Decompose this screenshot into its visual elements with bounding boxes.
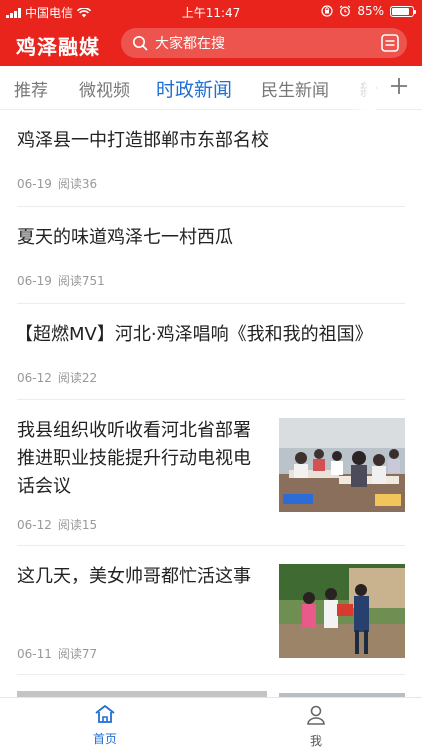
article-item[interactable]: 我县组织收听收看河北省部署推进职业技能提升行动电视电话会议 06-12 阅读15 bbox=[17, 400, 405, 546]
article-item[interactable]: 【超燃MV】河北·鸡泽唱响《我和我的祖国》 06-12 阅读22 bbox=[15, 304, 405, 400]
tab-politics-news[interactable]: 时政新闻 bbox=[156, 75, 232, 102]
article-reads: 阅读22 bbox=[57, 371, 98, 385]
alarm-icon bbox=[339, 5, 351, 17]
user-icon bbox=[307, 705, 325, 725]
home-icon bbox=[95, 705, 115, 723]
article-date: 06-19 bbox=[17, 274, 52, 288]
tab-livelihood-news[interactable]: 民生新闻 bbox=[261, 76, 329, 101]
article-item[interactable]: 夏天的味道鸡泽七一村西瓜 06-19 阅读751 bbox=[17, 207, 405, 304]
article-date: 06-19 bbox=[17, 177, 52, 191]
channel-tabs: 推荐 微视频 时政新闻 民生新闻 新 bbox=[0, 66, 422, 110]
article-title: 鸡泽县一中打造邯郸市东部名校 bbox=[17, 130, 269, 151]
search-icon bbox=[125, 28, 155, 58]
article-thumbnail[interactable] bbox=[279, 418, 405, 512]
article-meta: 06-19 阅读751 bbox=[17, 272, 105, 289]
article-title: 这几天，美女帅哥都忙活这事 bbox=[17, 566, 251, 587]
article-meta: 06-12 阅读15 bbox=[17, 516, 97, 533]
article-meta: 06-19 阅读36 bbox=[17, 175, 97, 192]
article-title: 【超燃MV】河北·鸡泽唱响《我和我的祖国》 bbox=[15, 324, 373, 345]
battery-icon bbox=[390, 5, 416, 17]
add-channel-icon[interactable] bbox=[390, 77, 408, 95]
article-item[interactable]: 这几天，美女帅哥都忙活这事 06-11 阅读77 bbox=[17, 546, 405, 675]
bottom-navigation: 首页 我 bbox=[0, 697, 422, 750]
nav-me[interactable]: 我 bbox=[286, 704, 346, 749]
article-meta: 06-11 阅读77 bbox=[17, 645, 97, 662]
article-title: 夏天的味道鸡泽七一村西瓜 bbox=[17, 227, 233, 248]
battery-percent: 85% bbox=[357, 4, 384, 18]
article-date: 06-11 bbox=[17, 647, 52, 661]
article-date: 06-12 bbox=[17, 518, 52, 532]
article-thumbnail[interactable] bbox=[279, 564, 405, 658]
article-title: 我县组织收听收看河北省部署推进职业技能提升行动电视电话会议 bbox=[17, 420, 251, 497]
scan-icon[interactable] bbox=[381, 34, 399, 52]
nav-home-label: 首页 bbox=[92, 732, 117, 746]
article-reads: 阅读751 bbox=[57, 274, 105, 288]
article-reads: 阅读36 bbox=[57, 177, 98, 191]
orientation-lock-icon bbox=[321, 5, 333, 17]
search-bar[interactable]: 大家都在搜 bbox=[121, 28, 407, 58]
article-reads: 阅读15 bbox=[57, 518, 98, 532]
search-placeholder: 大家都在搜 bbox=[155, 36, 225, 52]
nav-home[interactable]: 首页 bbox=[75, 704, 135, 747]
nav-me-label: 我 bbox=[309, 734, 322, 748]
status-bar: 中国电信 上午11:47 85% bbox=[0, 0, 422, 22]
article-date: 06-12 bbox=[17, 371, 52, 385]
article-list: 鸡泽县一中打造邯郸市东部名校 06-19 阅读36 夏天的味道鸡泽七一村西瓜 06… bbox=[0, 110, 422, 697]
tab-micro-video[interactable]: 微视频 bbox=[79, 76, 130, 101]
tab-recommend[interactable]: 推荐 bbox=[14, 76, 48, 101]
article-meta: 06-12 阅读22 bbox=[17, 369, 97, 386]
article-reads: 阅读77 bbox=[57, 647, 98, 661]
article-item-partial[interactable] bbox=[17, 675, 405, 697]
app-brand-title: 鸡泽融媒 bbox=[16, 35, 100, 59]
article-item[interactable]: 鸡泽县一中打造邯郸市东部名校 06-19 阅读36 bbox=[17, 110, 405, 207]
app-header: 中国电信 上午11:47 85% 鸡泽融媒 大家都在搜 bbox=[0, 0, 422, 66]
